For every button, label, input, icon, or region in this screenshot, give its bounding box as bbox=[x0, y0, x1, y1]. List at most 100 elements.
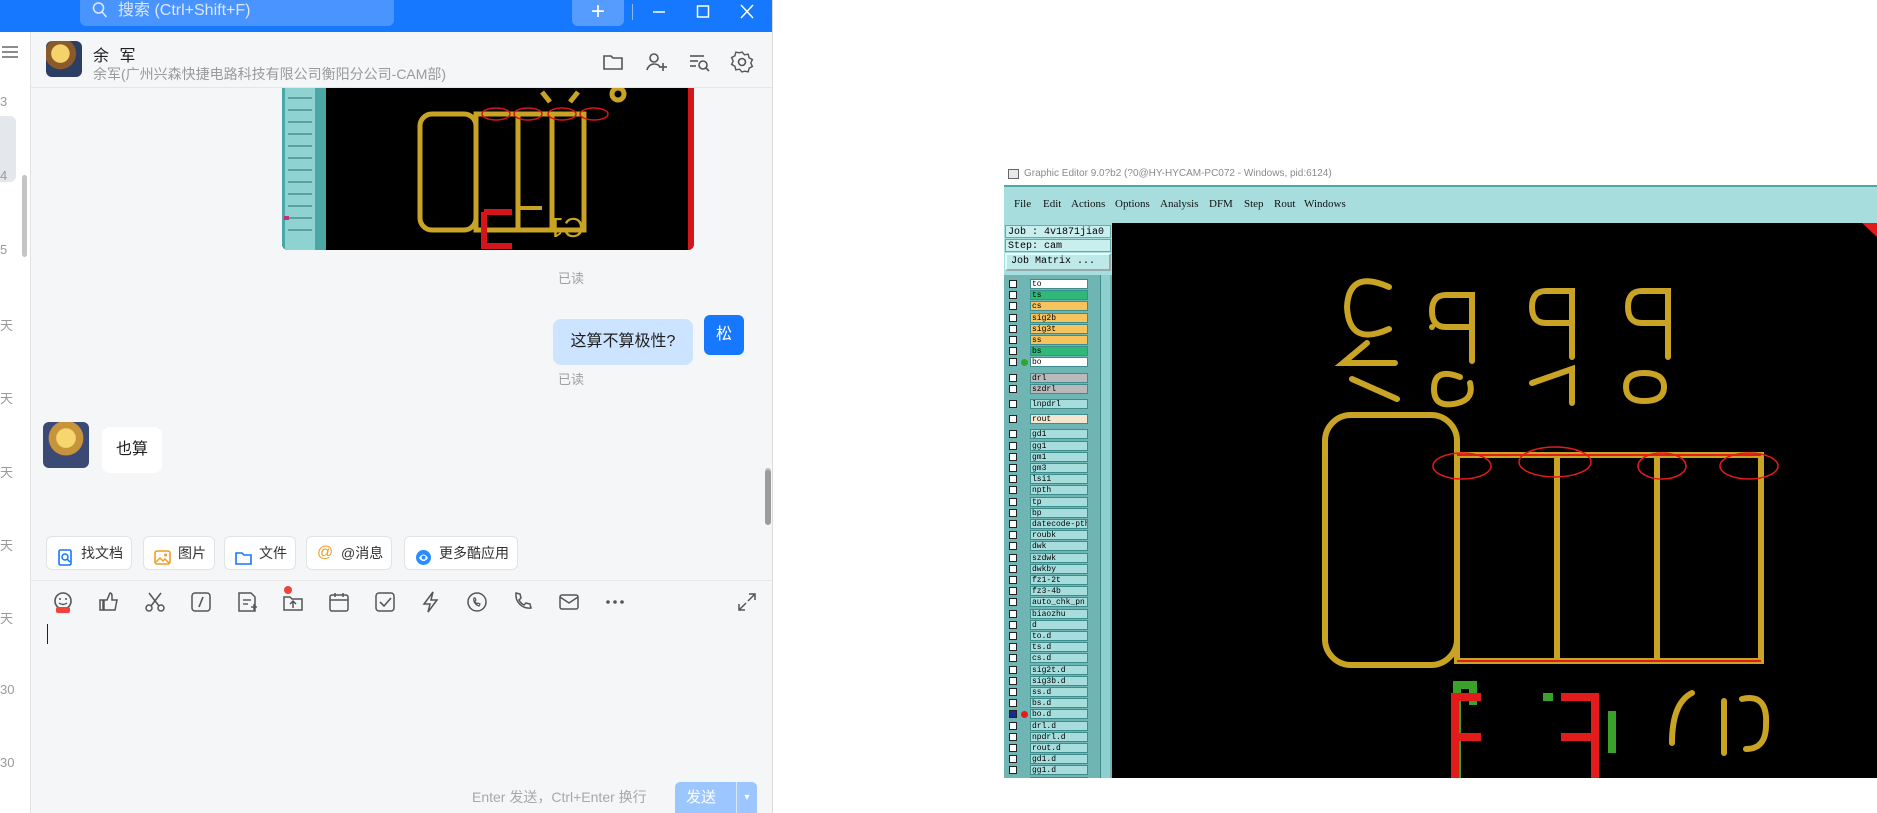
layer-checkbox[interactable] bbox=[1009, 291, 1017, 300]
layer-row[interactable]: ss.d bbox=[1004, 687, 1098, 697]
avatar[interactable] bbox=[46, 41, 82, 77]
pcb-canvas[interactable] bbox=[1112, 223, 1877, 778]
layer-checkbox[interactable] bbox=[1009, 553, 1017, 562]
layer-checkbox[interactable] bbox=[1009, 347, 1017, 356]
layer-row[interactable]: drl.d bbox=[1004, 720, 1098, 731]
layer-row[interactable]: bo.d bbox=[1004, 709, 1098, 720]
layer-row[interactable]: sig2b bbox=[1004, 312, 1098, 323]
avatar[interactable]: 松 bbox=[704, 315, 744, 355]
layer-row[interactable]: ss bbox=[1004, 335, 1098, 345]
minimize-icon[interactable] bbox=[648, 0, 670, 26]
lightning-icon[interactable] bbox=[419, 590, 443, 614]
layer-row[interactable]: bs.d bbox=[1004, 698, 1098, 709]
layer-checkbox[interactable] bbox=[1009, 384, 1017, 393]
layer-checkbox[interactable] bbox=[1009, 336, 1017, 344]
add-user-icon[interactable] bbox=[644, 50, 668, 74]
layer-row[interactable]: datecode-pth bbox=[1004, 519, 1098, 529]
layer-checkbox[interactable] bbox=[1009, 441, 1017, 450]
menu-windows[interactable]: Windows bbox=[1304, 198, 1346, 210]
layer-row[interactable]: sig3b.d bbox=[1004, 675, 1098, 686]
layer-row[interactable]: ts.d bbox=[1004, 642, 1098, 653]
layer-row[interactable]: ts bbox=[1004, 290, 1098, 301]
layer-checkbox[interactable] bbox=[1009, 324, 1017, 333]
layer-checkbox[interactable] bbox=[1009, 643, 1017, 652]
image-message[interactable]: C1 bbox=[282, 88, 694, 250]
layer-checkbox[interactable] bbox=[1009, 699, 1017, 708]
voice-call-icon[interactable] bbox=[465, 590, 489, 614]
chat-scrollbar[interactable] bbox=[765, 470, 771, 525]
message-input[interactable] bbox=[31, 624, 772, 774]
layer-checkbox[interactable] bbox=[1009, 665, 1017, 674]
find-document-button[interactable]: 找文档 bbox=[46, 536, 132, 570]
layer-row[interactable]: bs bbox=[1004, 346, 1098, 357]
layer-row[interactable]: lnpdrl bbox=[1004, 399, 1098, 409]
menu-step[interactable]: Step bbox=[1244, 198, 1264, 210]
layer-checkbox[interactable] bbox=[1009, 302, 1017, 311]
menu-actions[interactable]: Actions bbox=[1071, 198, 1105, 210]
layer-checkbox[interactable] bbox=[1009, 497, 1017, 506]
menu-edit[interactable]: Edit bbox=[1043, 198, 1061, 210]
layer-row[interactable]: to.d bbox=[1004, 631, 1098, 641]
layer-row[interactable]: sig2t.d bbox=[1004, 664, 1098, 675]
layer-row[interactable]: bo bbox=[1004, 357, 1098, 368]
layer-row[interactable]: drl bbox=[1004, 372, 1098, 383]
send-options-icon[interactable]: ▾ bbox=[736, 782, 757, 813]
layer-checkbox[interactable] bbox=[1009, 755, 1017, 764]
layer-row[interactable]: cs bbox=[1004, 301, 1098, 312]
image-button[interactable]: 图片 bbox=[143, 536, 215, 570]
layer-row[interactable]: dwk bbox=[1004, 541, 1098, 552]
layer-checkbox[interactable] bbox=[1009, 464, 1017, 472]
emoji-icon[interactable] bbox=[51, 590, 75, 614]
layer-checkbox[interactable] bbox=[1009, 452, 1017, 461]
layer-checkbox[interactable] bbox=[1009, 676, 1017, 685]
layer-checkbox[interactable] bbox=[1009, 520, 1017, 528]
layer-row[interactable]: gd1.d bbox=[1004, 754, 1098, 765]
layer-checkbox[interactable] bbox=[1009, 415, 1017, 424]
layer-checkbox[interactable] bbox=[1009, 609, 1017, 618]
layer-row[interactable]: npth bbox=[1004, 485, 1098, 496]
layer-checkbox[interactable] bbox=[1009, 576, 1017, 584]
layer-row[interactable]: sig3t bbox=[1004, 323, 1098, 334]
layer-checkbox[interactable] bbox=[1009, 373, 1017, 382]
more-apps-button[interactable]: 更多酷应用 bbox=[404, 536, 518, 570]
layer-row[interactable]: gg1 bbox=[1004, 440, 1098, 451]
layer-row[interactable]: bp bbox=[1004, 507, 1098, 518]
layer-checkbox[interactable] bbox=[1009, 721, 1017, 730]
scissors-icon[interactable] bbox=[143, 590, 167, 614]
layer-checkbox[interactable] bbox=[1009, 620, 1017, 629]
expand-icon[interactable] bbox=[735, 590, 759, 614]
layer-checkbox[interactable] bbox=[1009, 632, 1017, 640]
layer-row[interactable]: szdwk bbox=[1004, 552, 1098, 563]
layer-row[interactable]: fz1-2t bbox=[1004, 575, 1098, 585]
layer-row[interactable]: rout bbox=[1004, 414, 1098, 425]
send-button[interactable]: 发送 ▾ bbox=[675, 782, 757, 813]
menu-icon[interactable] bbox=[2, 45, 18, 64]
layer-row[interactable]: auto_chk_pn bbox=[1004, 597, 1098, 608]
menu-options[interactable]: Options bbox=[1115, 198, 1150, 210]
layer-row[interactable]: tp bbox=[1004, 496, 1098, 507]
maximize-icon[interactable] bbox=[692, 0, 714, 26]
layer-checkbox[interactable] bbox=[1009, 313, 1017, 322]
avatar[interactable] bbox=[43, 422, 89, 468]
layer-row[interactable]: gm1 bbox=[1004, 451, 1098, 462]
folder-icon[interactable] bbox=[601, 50, 625, 74]
close-icon[interactable] bbox=[736, 0, 758, 26]
layer-checkbox[interactable] bbox=[1009, 508, 1017, 517]
layer-row[interactable]: d bbox=[1004, 619, 1098, 630]
layer-row[interactable]: gm3 bbox=[1004, 463, 1098, 473]
layer-row[interactable]: npdrl.d bbox=[1004, 731, 1098, 742]
menu-analysis[interactable]: Analysis bbox=[1160, 198, 1199, 210]
more-icon[interactable] bbox=[603, 590, 627, 614]
layer-row[interactable]: dwkby bbox=[1004, 563, 1098, 574]
layer-row[interactable]: gg1.d bbox=[1004, 765, 1098, 776]
layer-checkbox[interactable] bbox=[1009, 654, 1017, 663]
layer-checkbox[interactable] bbox=[1009, 587, 1017, 596]
layer-checkbox[interactable] bbox=[1009, 564, 1017, 573]
upload-icon[interactable] bbox=[281, 590, 305, 614]
layer-row[interactable]: gd1 bbox=[1004, 429, 1098, 440]
layer-checkbox[interactable] bbox=[1009, 280, 1017, 288]
new-button[interactable]: + bbox=[572, 0, 624, 26]
message-bubble-incoming[interactable]: 也算 bbox=[102, 427, 162, 473]
list-scrollbar[interactable] bbox=[22, 175, 27, 257]
message-bubble-outgoing[interactable]: 这算不算极性? bbox=[553, 319, 693, 365]
